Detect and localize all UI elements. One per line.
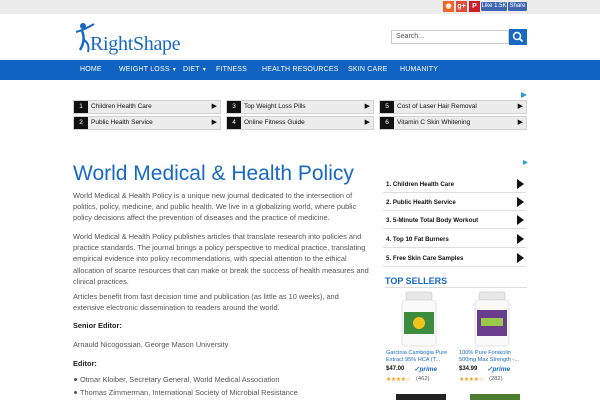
ad-link[interactable]: 1 Children Health Care ▶ (73, 100, 221, 114)
play-arrow-icon (517, 215, 524, 225)
chevron-right-icon: ▶ (364, 103, 370, 110)
play-arrow-icon (517, 234, 524, 244)
divider (385, 287, 527, 288)
nav-item-health-resources[interactable]: HEALTH RESOURCES (262, 60, 339, 80)
sidebar-ad-link[interactable]: 2. Public Health Service (383, 194, 526, 211)
sidebar-ad-links: 1. Children Health Care 2. Public Health… (383, 160, 528, 270)
product-image[interactable] (396, 394, 446, 400)
ad-link[interactable]: 5 Cost of Laser Hair Removal ▶ (379, 100, 527, 114)
search-input[interactable]: Search... (391, 30, 509, 44)
ad-link[interactable]: 3 Top Weight Loss Pills ▶ (226, 100, 374, 114)
nav-item-home[interactable]: HOME (80, 60, 102, 80)
sidebar-ad-link[interactable]: 4. Top 10 Fat Burners (383, 231, 526, 248)
product-image[interactable] (396, 290, 442, 348)
site-logo[interactable]: RightShape (74, 20, 184, 55)
product-image[interactable] (469, 290, 515, 348)
editor-label: Editor: (73, 359, 97, 368)
ad-links-unit: 1 Children Health Care ▶ 2 Public Health Se… (73, 92, 527, 132)
search-icon (512, 31, 524, 43)
facebook-share-button[interactable]: Share (508, 2, 527, 11)
ad-link[interactable]: 6 Vitamin C Skin Whitening ▶ (379, 116, 527, 130)
senior-editor-name: Arnauld Nicogossian, George Mason Univer… (73, 340, 229, 349)
play-arrow-icon (517, 179, 524, 189)
article-paragraph: World Medical & Health Policy publishes … (73, 232, 369, 286)
chevron-down-icon: ▾ (202, 67, 206, 73)
top-sellers-heading: TOP SELLERS (385, 276, 448, 286)
ad-link[interactable]: 4 Online Fitness Guide ▶ (226, 116, 374, 130)
search-button[interactable] (509, 29, 527, 45)
chevron-down-icon: ▾ (172, 67, 176, 73)
main-nav: HOME WEIGHT LOSS ▾ DIET ▾ FITNESS HEALTH R… (0, 60, 600, 80)
nav-item-skin-care[interactable]: SKIN CARE (348, 60, 388, 80)
sidebar-ad-link[interactable]: 5. Free Skin Care Samples (383, 250, 526, 267)
social-bar: ◉ g+ P t Like 1.5K Share (0, 0, 600, 14)
chevron-right-icon: ▶ (211, 103, 217, 110)
nav-item-weight-loss[interactable]: WEIGHT LOSS ▾ (119, 60, 176, 80)
nav-item-diet[interactable]: DIET ▾ (183, 60, 206, 80)
star-rating: ★★★★☆ (459, 377, 484, 383)
nav-item-humanity[interactable]: HUMANITY (400, 60, 438, 80)
nav-item-fitness[interactable]: FITNESS (216, 60, 247, 80)
chevron-right-icon: ▶ (211, 119, 217, 126)
product-name[interactable]: Garcinia Cambogia Pure Extract 95% HCA (… (386, 350, 456, 364)
ad-link[interactable]: 2 Public Health Service ▶ (73, 116, 221, 130)
chevron-right-icon: ▶ (517, 119, 523, 126)
sidebar-ad-link[interactable]: 1. Children Health Care (383, 176, 526, 193)
product-image[interactable] (470, 394, 520, 400)
product-name[interactable]: 100% Pure Forskolin 500mg Max Strength -… (459, 350, 529, 364)
chevron-right-icon: ▶ (364, 119, 370, 126)
chevron-right-icon: ▶ (517, 103, 523, 110)
sidebar-ad-link[interactable]: 3. 5-Minute Total Body Workout (383, 212, 526, 229)
article-paragraph: World Medical & Health Policy is a uniqu… (73, 191, 357, 223)
google-plus-icon[interactable]: g+ (456, 1, 467, 12)
review-count[interactable]: (282) (489, 376, 503, 382)
adchoices-icon[interactable] (523, 160, 528, 165)
product-price: $47.00 (386, 366, 405, 372)
prime-badge: ✓prime (487, 366, 511, 373)
editor-item: Thomas Zimmerman, International Society … (74, 388, 298, 397)
page-title: World Medical & Health Policy (73, 162, 354, 185)
prime-badge: ✓prime (414, 366, 438, 373)
facebook-like-button[interactable]: Like 1.5K (481, 2, 507, 11)
play-arrow-icon (517, 197, 524, 207)
play-arrow-icon (517, 253, 524, 263)
pinterest-icon[interactable]: P (469, 1, 480, 12)
editor-item: Otmar Kloiber, Secretary General, World … (74, 375, 280, 384)
article-paragraph: Articles benefit from fast decision time… (73, 292, 339, 313)
review-count[interactable]: (462) (416, 376, 430, 382)
star-rating: ★★★★☆ (386, 377, 411, 383)
adchoices-icon[interactable] (521, 92, 527, 98)
rss-icon[interactable]: ◉ (443, 1, 454, 12)
senior-editor-label: Senior Editor: (73, 321, 122, 330)
logo-text: RightShape (90, 33, 181, 55)
product-price: $34.99 (459, 366, 478, 372)
